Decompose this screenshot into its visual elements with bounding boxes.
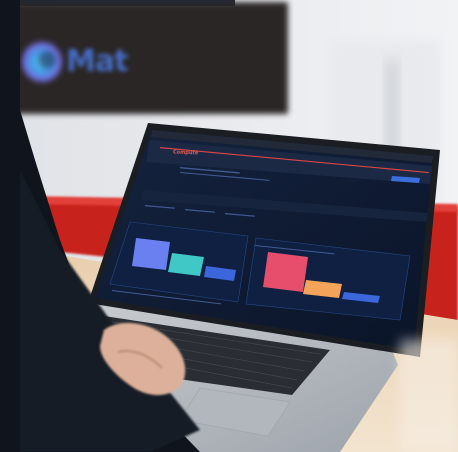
bar-blue <box>132 238 170 270</box>
screen-brand-label: Compute <box>172 149 199 157</box>
desk-edge <box>400 340 458 452</box>
bar-red <box>263 252 308 292</box>
tv-logo-text: Mat <box>66 44 128 79</box>
bar-teal <box>168 253 204 276</box>
tv-logo <box>22 42 62 82</box>
